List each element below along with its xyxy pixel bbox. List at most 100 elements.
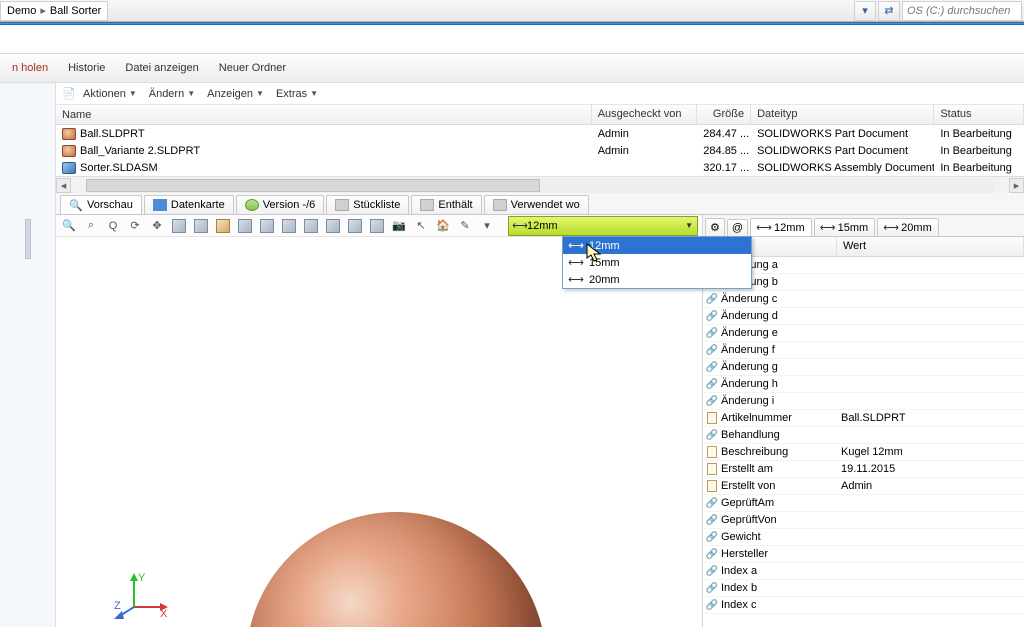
variable-row[interactable]: 🔗Änderung i <box>703 393 1024 410</box>
variable-row[interactable]: 🔗Gewicht <box>703 529 1024 546</box>
variable-row[interactable]: 🔗Änderung f <box>703 342 1024 359</box>
variable-row[interactable]: ArtikelnummerBall.SLDPRT <box>703 410 1024 427</box>
tab-whereused[interactable]: Verwendet wo <box>484 195 589 214</box>
view-cube1-icon[interactable] <box>170 217 188 235</box>
show-file-button[interactable]: Datei anzeigen <box>117 59 206 77</box>
breadcrumb-item[interactable]: Ball Sorter <box>50 5 101 17</box>
home-icon[interactable]: 🏠 <box>434 217 452 235</box>
var-tab-20mm[interactable]: ⟷20mm <box>877 218 939 236</box>
link-icon: 🔗 <box>706 583 718 594</box>
datacard-icon <box>153 199 167 211</box>
variable-name: Index c <box>721 599 837 611</box>
camera-icon[interactable]: 📷 <box>390 217 408 235</box>
variable-row[interactable]: Erstellt vonAdmin <box>703 478 1024 495</box>
view-cube4-icon[interactable] <box>236 217 254 235</box>
view-cube8-icon[interactable] <box>324 217 342 235</box>
variable-row[interactable]: 🔗Behandlung <box>703 427 1024 444</box>
sidebar-collapse-handle[interactable] <box>25 219 31 259</box>
extras-menu[interactable]: Extras▼ <box>271 86 323 102</box>
variable-row[interactable]: BeschreibungKugel 12mm <box>703 444 1024 461</box>
view-cube9-icon[interactable] <box>346 217 364 235</box>
file-size: 320.17 ... <box>697 161 751 175</box>
view-cube6-icon[interactable] <box>280 217 298 235</box>
select-icon[interactable]: ↖ <box>412 217 430 235</box>
detail-tabs: 🔍Vorschau Datenkarte Version -/6 Stückli… <box>56 193 1024 215</box>
tab-version[interactable]: Version -/6 <box>236 195 325 214</box>
table-row[interactable]: Ball.SLDPRTAdmin284.47 ...SOLIDWORKS Par… <box>56 125 1024 142</box>
tab-datacard[interactable]: Datenkarte <box>144 195 234 214</box>
search-input[interactable]: OS (C:) durchsuchen <box>902 1 1022 21</box>
tab-bom[interactable]: Stückliste <box>326 195 409 214</box>
view-cube7-icon[interactable] <box>302 217 320 235</box>
get-button[interactable]: n holen <box>4 59 56 77</box>
variable-tabs: ⚙ @ ⟷12mm ⟷15mm ⟷20mm <box>703 215 1024 237</box>
link-icon: 🔗 <box>706 566 718 577</box>
col-type[interactable]: Dateityp <box>751 105 934 124</box>
history-button[interactable]: Historie <box>60 59 113 77</box>
view-cube5-icon[interactable] <box>258 217 276 235</box>
horizontal-scrollbar[interactable]: ◂ ▸ <box>56 176 1024 193</box>
tab-contains[interactable]: Enthält <box>411 195 481 214</box>
var-tab-gear[interactable]: ⚙ <box>705 218 725 236</box>
document-icon <box>707 480 717 492</box>
tab-preview[interactable]: 🔍Vorschau <box>60 195 142 214</box>
col-checkedout[interactable]: Ausgecheckt von <box>592 105 698 124</box>
variable-row[interactable]: 🔗Änderung g <box>703 359 1024 376</box>
table-row[interactable]: Sorter.SLDASM320.17 ...SOLIDWORKS Assemb… <box>56 159 1024 176</box>
new-folder-button[interactable]: Neuer Ordner <box>211 59 294 77</box>
variable-name: Änderung h <box>721 378 837 390</box>
breadcrumb[interactable]: Demo ▸ Ball Sorter <box>0 1 108 21</box>
variable-row[interactable]: 🔗Index a <box>703 563 1024 580</box>
rotate-icon[interactable]: ⟳ <box>126 217 144 235</box>
view-cube2-icon[interactable] <box>192 217 210 235</box>
history-dropdown-button[interactable]: ▾ <box>854 1 876 21</box>
variable-row[interactable]: Erstellt am19.11.2015 <box>703 461 1024 478</box>
variable-row[interactable]: 🔗Änderung d <box>703 308 1024 325</box>
var-tab-15mm[interactable]: ⟷15mm <box>814 218 876 236</box>
configuration-dropdown[interactable]: ⟷ 12mm ▼ <box>508 216 698 236</box>
actions-menu[interactable]: Aktionen▼ <box>78 86 142 102</box>
pan-icon[interactable]: ✥ <box>148 217 166 235</box>
link-icon: 🔗 <box>706 600 718 611</box>
variable-row[interactable]: 🔗Änderung e <box>703 325 1024 342</box>
zoom-area-icon[interactable]: ⌕ <box>82 217 100 235</box>
variable-row[interactable]: 🔗Index b <box>703 580 1024 597</box>
col-value[interactable]: Wert <box>837 237 1024 256</box>
config-option-20mm[interactable]: ⟷20mm <box>563 271 751 288</box>
col-name[interactable]: Name <box>56 105 592 124</box>
version-icon <box>245 199 259 211</box>
breadcrumb-item[interactable]: Demo <box>7 5 36 17</box>
variable-row[interactable]: 🔗Hersteller <box>703 546 1024 563</box>
variable-row[interactable]: 🔗GeprüftVon <box>703 512 1024 529</box>
bom-icon <box>335 199 349 211</box>
zoom-in-icon[interactable]: 🔍 <box>60 217 78 235</box>
variable-row[interactable]: 🔗Änderung c <box>703 291 1024 308</box>
link-icon: 🔗 <box>706 430 718 441</box>
file-type: SOLIDWORKS Assembly Document <box>751 161 934 175</box>
display-menu[interactable]: Anzeigen▼ <box>202 86 269 102</box>
var-tab-at[interactable]: @ <box>727 219 748 236</box>
var-tab-12mm[interactable]: ⟷12mm <box>750 218 812 236</box>
config-option-15mm[interactable]: ⟷15mm <box>563 254 751 271</box>
change-menu[interactable]: Ändern▼ <box>144 86 200 102</box>
scroll-left-icon[interactable]: ◂ <box>56 178 71 193</box>
view-cube10-icon[interactable] <box>368 217 386 235</box>
col-status[interactable]: Status <box>934 105 1024 124</box>
edit-icon[interactable]: ✎ <box>456 217 474 235</box>
variable-row[interactable]: 🔗GeprüftAm <box>703 495 1024 512</box>
preview-canvas[interactable]: Y X Z <box>56 237 702 627</box>
zoom-fit-icon[interactable]: Q <box>104 217 122 235</box>
col-size[interactable]: Größe <box>697 105 751 124</box>
more-icon[interactable]: ▾ <box>478 217 496 235</box>
file-table: Name Ausgecheckt von Größe Dateityp Stat… <box>56 105 1024 193</box>
variable-row[interactable]: 🔗Änderung h <box>703 376 1024 393</box>
config-option-12mm[interactable]: ⟷12mm <box>563 237 751 254</box>
variable-row[interactable]: 🔗Index c <box>703 597 1024 614</box>
file-size: 284.85 ... <box>697 144 751 158</box>
table-row[interactable]: Ball_Variante 2.SLDPRTAdmin284.85 ...SOL… <box>56 142 1024 159</box>
refresh-button[interactable]: ⇄ <box>878 1 900 21</box>
scroll-right-icon[interactable]: ▸ <box>1009 178 1024 193</box>
scrollbar-thumb[interactable] <box>86 179 540 192</box>
svg-text:Y: Y <box>138 572 146 584</box>
view-cube3-icon[interactable] <box>214 217 232 235</box>
